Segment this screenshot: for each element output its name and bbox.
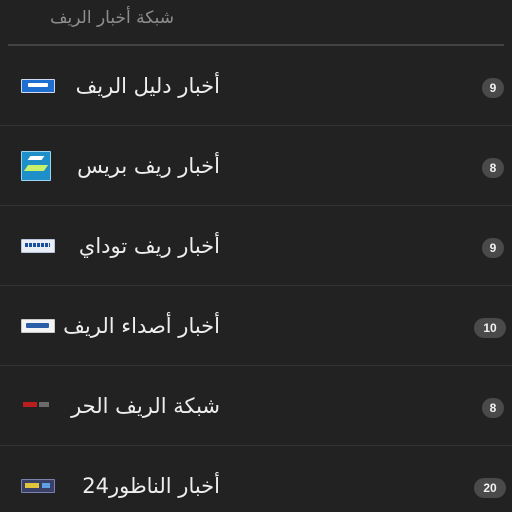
feed-title: أخبار دليل الريف: [75, 74, 220, 98]
dalil-rif-logo-icon: [21, 79, 55, 93]
section-header: شبكة أخبار الريف: [0, 0, 512, 46]
feed-item-rif-today[interactable]: أخبار ريف توداي 9: [0, 206, 512, 286]
unread-count-badge: 8: [482, 398, 504, 418]
app-screen: شبكة أخبار الريف أخبار دليل الريف 9 أخبا…: [0, 0, 512, 512]
unread-count-badge: 8: [482, 158, 504, 178]
rif-today-logo-icon: [21, 239, 55, 253]
unread-count-badge: 9: [482, 238, 504, 258]
unread-count-badge: 9: [482, 78, 504, 98]
asdaa-rif-logo-icon: [21, 319, 55, 333]
feed-item-rif-horr[interactable]: شبكة الريف الحر 8: [0, 366, 512, 446]
feed-item-asdaa-rif[interactable]: أخبار أصداء الريف 10: [0, 286, 512, 366]
rif-horr-logo-icon: [21, 399, 53, 411]
section-title: شبكة أخبار الريف: [49, 8, 174, 28]
feed-list: أخبار دليل الريف 9 أخبار ريف بريس 8 أخبا…: [0, 46, 512, 512]
rif-press-logo-icon: [21, 151, 51, 181]
feed-title: أخبار ريف بريس: [77, 154, 220, 178]
feed-item-rif-press[interactable]: أخبار ريف بريس 8: [0, 126, 512, 206]
feed-item-dalil-rif[interactable]: أخبار دليل الريف 9: [0, 46, 512, 126]
feed-title: أخبار الناظور24: [82, 474, 220, 498]
unread-count-badge: 20: [474, 478, 506, 498]
feed-title: شبكة الريف الحر: [71, 394, 220, 418]
feed-title: أخبار ريف توداي: [78, 234, 220, 258]
unread-count-badge: 10: [474, 318, 506, 338]
feed-title: أخبار أصداء الريف: [63, 314, 220, 338]
feed-item-nador24[interactable]: أخبار الناظور24 20: [0, 446, 512, 512]
nador24-logo-icon: [21, 479, 55, 493]
